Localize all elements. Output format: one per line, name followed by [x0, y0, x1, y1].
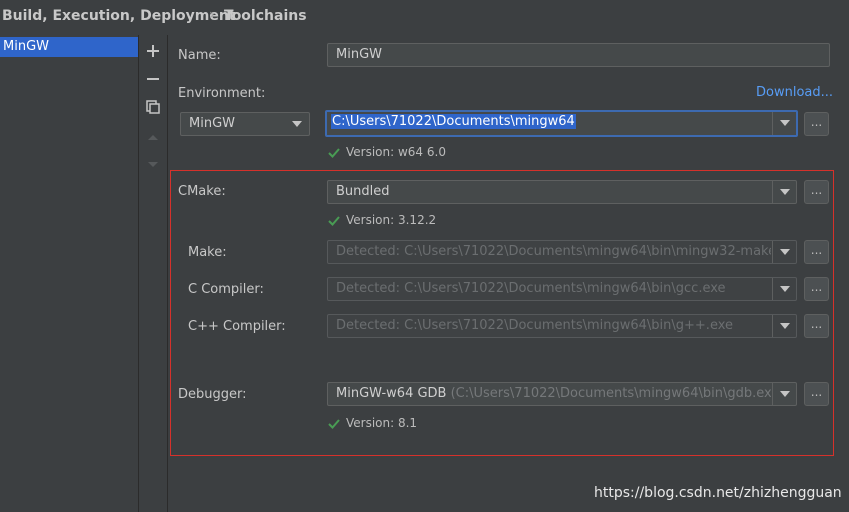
make-value: Detected: C:\Users\71022\Documents\mingw… — [336, 244, 771, 259]
breadcrumb-separator-icon: › — [209, 7, 215, 23]
chevron-down-icon[interactable] — [772, 241, 796, 263]
debugger-browse-button[interactable]: ... — [804, 382, 829, 406]
environment-type-select[interactable]: MinGW — [180, 112, 310, 136]
c-compiler-label: C Compiler: — [188, 282, 264, 297]
toolchain-list-item-label: MinGW — [3, 39, 49, 54]
debugger-name: MinGW-w64 GDB — [336, 386, 447, 401]
cpp-compiler-combo[interactable]: Detected: C:\Users\71022\Documents\mingw… — [327, 314, 797, 338]
debugger-label: Debugger: — [178, 387, 247, 402]
chevron-down-icon[interactable] — [772, 181, 796, 203]
c-compiler-combo[interactable]: Detected: C:\Users\71022\Documents\mingw… — [327, 277, 797, 301]
environment-path-value: C:\Users\71022\Documents\mingw64 — [331, 114, 576, 129]
cmake-combo[interactable]: Bundled — [327, 180, 797, 204]
highlight-box — [170, 170, 834, 456]
chevron-down-icon[interactable] — [772, 383, 796, 405]
debugger-path: (C:\Users\71022\Documents\mingw64\bin\gd… — [450, 386, 771, 401]
make-label: Make: — [188, 245, 227, 260]
check-icon — [328, 215, 340, 226]
copy-icon[interactable] — [139, 95, 167, 119]
environment-path-combo[interactable]: C:\Users\71022\Documents\mingw64 — [325, 110, 798, 137]
toolchain-list-item-mingw[interactable]: MinGW — [0, 37, 138, 57]
check-icon — [328, 147, 340, 158]
download-link[interactable]: Download... — [756, 85, 833, 100]
debugger-combo[interactable]: MinGW-w64 GDB (C:\Users\71022\Documents\… — [327, 382, 797, 406]
environment-browse-button[interactable]: ... — [804, 112, 829, 136]
cmake-version-text: Version: 3.12.2 — [346, 213, 437, 227]
toolchain-list[interactable] — [0, 35, 139, 512]
cmake-label: CMake: — [178, 184, 226, 199]
make-browse-button[interactable]: ... — [804, 240, 829, 264]
chevron-down-icon[interactable] — [772, 315, 796, 337]
arrow-up-icon[interactable] — [139, 125, 167, 149]
cpp-compiler-value: Detected: C:\Users\71022\Documents\mingw… — [336, 318, 734, 333]
chevron-down-icon[interactable] — [285, 113, 309, 135]
environment-label: Environment: — [178, 86, 266, 101]
name-field[interactable]: MinGW — [327, 43, 830, 67]
check-icon — [328, 418, 340, 429]
chevron-down-icon[interactable] — [772, 278, 796, 300]
minus-icon[interactable] — [139, 67, 167, 91]
arrow-down-icon[interactable] — [139, 153, 167, 177]
c-compiler-browse-button[interactable]: ... — [804, 277, 829, 301]
breadcrumb-parent[interactable]: Build, Execution, Deployment — [2, 8, 236, 24]
environment-version-text: Version: w64 6.0 — [346, 145, 446, 159]
chevron-down-icon[interactable] — [772, 112, 796, 135]
debugger-version: Version: 8.1 — [328, 416, 417, 430]
debugger-value: MinGW-w64 GDB (C:\Users\71022\Documents\… — [336, 383, 771, 405]
cmake-browse-button[interactable]: ... — [804, 180, 829, 204]
breadcrumb: Build, Execution, Deployment › Toolchain… — [0, 0, 849, 34]
environment-version: Version: w64 6.0 — [328, 145, 446, 159]
environment-type-value: MinGW — [189, 116, 235, 131]
cpp-compiler-label: C++ Compiler: — [188, 319, 286, 334]
make-combo[interactable]: Detected: C:\Users\71022\Documents\mingw… — [327, 240, 797, 264]
breadcrumb-current: Toolchains — [224, 8, 307, 24]
cmake-version: Version: 3.12.2 — [328, 213, 436, 227]
plus-icon[interactable] — [139, 39, 167, 63]
toolchain-toolbar — [139, 35, 168, 512]
cmake-value: Bundled — [336, 184, 390, 199]
name-label: Name: — [178, 48, 221, 63]
cpp-compiler-browse-button[interactable]: ... — [804, 314, 829, 338]
debugger-version-text: Version: 8.1 — [346, 416, 418, 430]
c-compiler-value: Detected: C:\Users\71022\Documents\mingw… — [336, 281, 726, 296]
watermark: https://blog.csdn.net/zhizhengguan — [594, 485, 842, 501]
